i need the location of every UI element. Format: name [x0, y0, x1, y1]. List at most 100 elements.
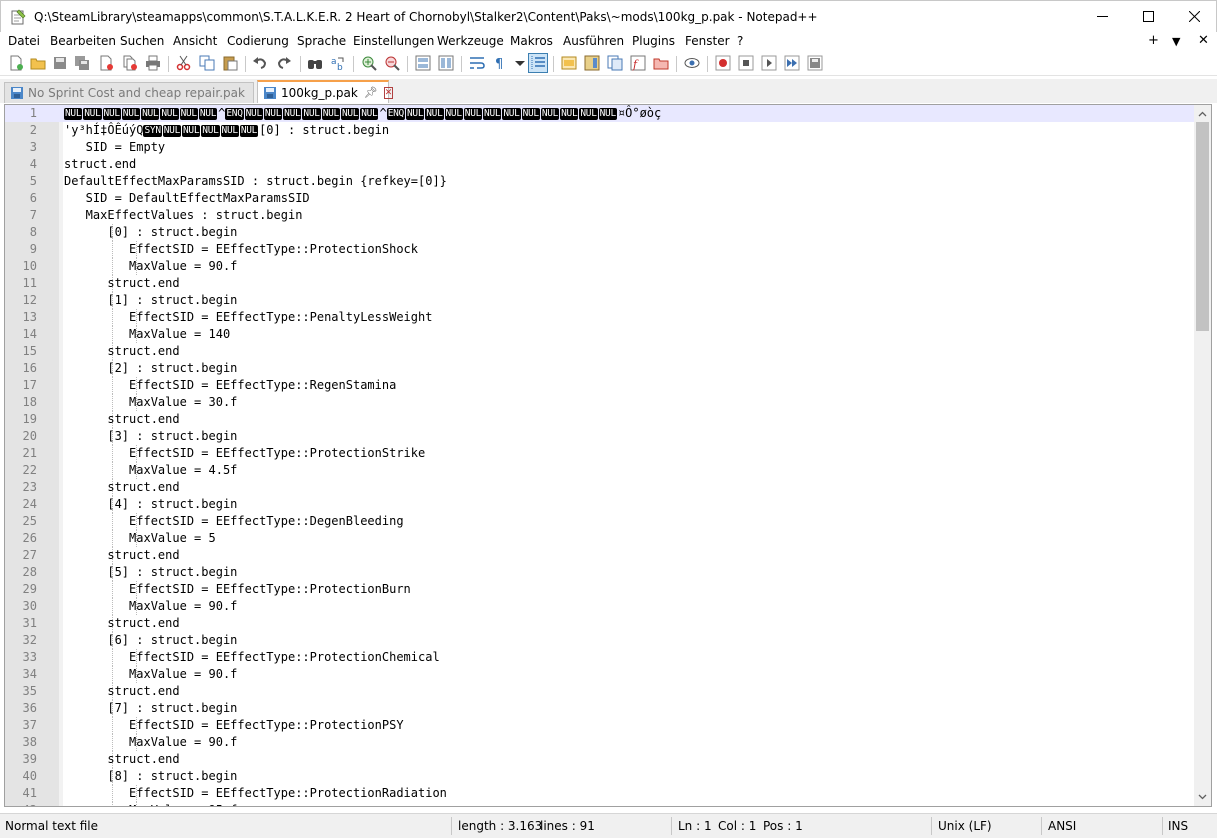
scroll-down-icon[interactable]: [1198, 792, 1207, 801]
code-line[interactable]: 15 struct.end: [5, 343, 1194, 360]
save-all-button[interactable]: [74, 55, 90, 71]
code-line[interactable]: 23 struct.end: [5, 479, 1194, 496]
code-lines[interactable]: 1 NUL NUL NUL NUL NUL NUL NUL NUL ^ENQ NUL NUL NUL NU…: [5, 105, 1194, 806]
stop-macro-button[interactable]: [738, 55, 754, 71]
cut-button[interactable]: [176, 55, 192, 71]
code-line[interactable]: 27 struct.end: [5, 547, 1194, 564]
menu-einstellungen[interactable]: Einstellungen: [353, 34, 434, 48]
tab-list-button[interactable]: ▼: [1172, 35, 1180, 48]
code-line[interactable]: 39 struct.end: [5, 751, 1194, 768]
show-symbols-dropdown[interactable]: [512, 55, 525, 71]
save-macro-button[interactable]: [807, 55, 823, 71]
paste-button[interactable]: [222, 55, 238, 71]
code-line[interactable]: 6 SID = DefaultEffectMaxParamsSID: [5, 190, 1194, 207]
code-line[interactable]: 12 [1] : struct.begin: [5, 292, 1194, 309]
code-line[interactable]: 3 SID = Empty: [5, 139, 1194, 156]
run-macro-multiple-button[interactable]: [784, 55, 800, 71]
menu-bearbeiten[interactable]: Bearbeiten: [50, 34, 116, 48]
status-insert-mode[interactable]: INS: [1168, 819, 1188, 833]
code-line[interactable]: 18 MaxValue = 30.f: [5, 394, 1194, 411]
menu-ausfuehren[interactable]: Ausführen: [563, 34, 624, 48]
menu-sprache[interactable]: Sprache: [297, 34, 346, 48]
code-line[interactable]: 32 [6] : struct.begin: [5, 632, 1194, 649]
sync-horizontal-button[interactable]: [438, 55, 454, 71]
code-line[interactable]: 14 MaxValue = 140: [5, 326, 1194, 343]
code-line[interactable]: 38 MaxValue = 90.f: [5, 734, 1194, 751]
code-line[interactable]: 25 EffectSID = EEffectType::DegenBleedin…: [5, 513, 1194, 530]
menu-datei[interactable]: Datei: [8, 34, 40, 48]
folder-workspace-button[interactable]: [653, 55, 669, 71]
code-line[interactable]: 40 [8] : struct.begin: [5, 768, 1194, 785]
scroll-up-icon[interactable]: [1198, 110, 1207, 119]
doc-list-button[interactable]: [607, 55, 623, 71]
code-line[interactable]: 1 NUL NUL NUL NUL NUL NUL NUL NUL ^ENQ NUL NUL NUL NU…: [5, 105, 1194, 122]
menu-codierung[interactable]: Codierung: [227, 34, 289, 48]
word-wrap-button[interactable]: [469, 55, 485, 71]
code-line[interactable]: 37 EffectSID = EEffectType::ProtectionPS…: [5, 717, 1194, 734]
code-line[interactable]: 35 struct.end: [5, 683, 1194, 700]
code-line[interactable]: 8 [0] : struct.begin: [5, 224, 1194, 241]
code-line[interactable]: 33 EffectSID = EEffectType::ProtectionCh…: [5, 649, 1194, 666]
code-line[interactable]: 30 MaxValue = 90.f: [5, 598, 1194, 615]
code-line[interactable]: 26 MaxValue = 5: [5, 530, 1194, 547]
vertical-scrollbar[interactable]: [1194, 105, 1211, 806]
close-button[interactable]: [1171, 1, 1217, 32]
code-line[interactable]: 16 [2] : struct.begin: [5, 360, 1194, 377]
redo-button[interactable]: [276, 55, 292, 71]
code-line[interactable]: 22 MaxValue = 4.5f: [5, 462, 1194, 479]
editor[interactable]: 1 NUL NUL NUL NUL NUL NUL NUL NUL ^ENQ NUL NUL NUL NU…: [4, 104, 1212, 807]
menu-werkzeuge[interactable]: Werkzeuge: [437, 34, 504, 48]
tab-close-icon[interactable]: ✕: [383, 86, 394, 99]
show-all-chars-button[interactable]: ¶: [492, 55, 508, 71]
minimize-button[interactable]: [1079, 1, 1125, 32]
code-line[interactable]: 17 EffectSID = EEffectType::RegenStamina: [5, 377, 1194, 394]
find-button[interactable]: [307, 55, 323, 71]
code-line[interactable]: 5 DefaultEffectMaxParamsSID : struct.begi…: [5, 173, 1194, 190]
code-line[interactable]: 4 struct.end: [5, 156, 1194, 173]
pin-icon[interactable]: 📌︎: [364, 86, 378, 99]
menu-makros[interactable]: Makros: [510, 34, 553, 48]
status-eol[interactable]: Unix (LF): [938, 819, 992, 833]
indent-guide-button[interactable]: [528, 53, 548, 73]
zoom-out-button[interactable]: [384, 55, 400, 71]
code-line[interactable]: 42 MaxValue = 95.f: [5, 802, 1194, 806]
code-line[interactable]: 19 struct.end: [5, 411, 1194, 428]
code-line[interactable]: 24 [4] : struct.begin: [5, 496, 1194, 513]
play-macro-button[interactable]: [761, 55, 777, 71]
save-button[interactable]: [52, 55, 68, 71]
tab-no-sprint-cost[interactable]: No Sprint Cost and cheap repair.pak: [4, 82, 254, 103]
code-line[interactable]: 2'y³hÍ‡ÔÊúýQSYN NUL NUL NUL NUL NUL [0] : stru…: [5, 122, 1194, 139]
close-all-button[interactable]: [122, 55, 138, 71]
menu-help[interactable]: ?: [737, 34, 743, 48]
menu-ansicht[interactable]: Ansicht: [173, 34, 217, 48]
menu-suchen[interactable]: Suchen: [120, 34, 164, 48]
code-line[interactable]: 31 struct.end: [5, 615, 1194, 632]
new-file-button[interactable]: [8, 55, 24, 71]
user-lang-button[interactable]: [561, 55, 577, 71]
menu-plugins[interactable]: Plugins: [632, 34, 675, 48]
function-list-button[interactable]: f: [630, 55, 646, 71]
code-line[interactable]: 7 MaxEffectValues : struct.begin: [5, 207, 1194, 224]
replace-button[interactable]: ab: [330, 55, 346, 71]
code-line[interactable]: 13 EffectSID = EEffectType::PenaltyLessW…: [5, 309, 1194, 326]
code-line[interactable]: 41 EffectSID = EEffectType::ProtectionRa…: [5, 785, 1194, 802]
scrollbar-thumb[interactable]: [1196, 122, 1209, 331]
code-line[interactable]: 28 [5] : struct.begin: [5, 564, 1194, 581]
code-line[interactable]: 34 MaxValue = 90.f: [5, 666, 1194, 683]
copy-button[interactable]: [199, 55, 215, 71]
maximize-button[interactable]: [1125, 1, 1171, 32]
code-line[interactable]: 21 EffectSID = EEffectType::ProtectionSt…: [5, 445, 1194, 462]
code-line[interactable]: 10 MaxValue = 90.f: [5, 258, 1194, 275]
undo-button[interactable]: [252, 55, 268, 71]
sync-vertical-button[interactable]: [415, 55, 431, 71]
open-file-button[interactable]: [30, 55, 46, 71]
print-button[interactable]: [145, 55, 161, 71]
code-line[interactable]: 36 [7] : struct.begin: [5, 700, 1194, 717]
zoom-in-button[interactable]: [361, 55, 377, 71]
code-line[interactable]: 29 EffectSID = EEffectType::ProtectionBu…: [5, 581, 1194, 598]
tab-100kg-pak[interactable]: 100kg_p.pak 📌︎ ✕: [257, 80, 394, 103]
new-tab-button[interactable]: +: [1148, 33, 1159, 48]
doc-map-button[interactable]: [584, 55, 600, 71]
close-file-button[interactable]: [98, 55, 114, 71]
menu-fenster[interactable]: Fenster: [685, 34, 730, 48]
